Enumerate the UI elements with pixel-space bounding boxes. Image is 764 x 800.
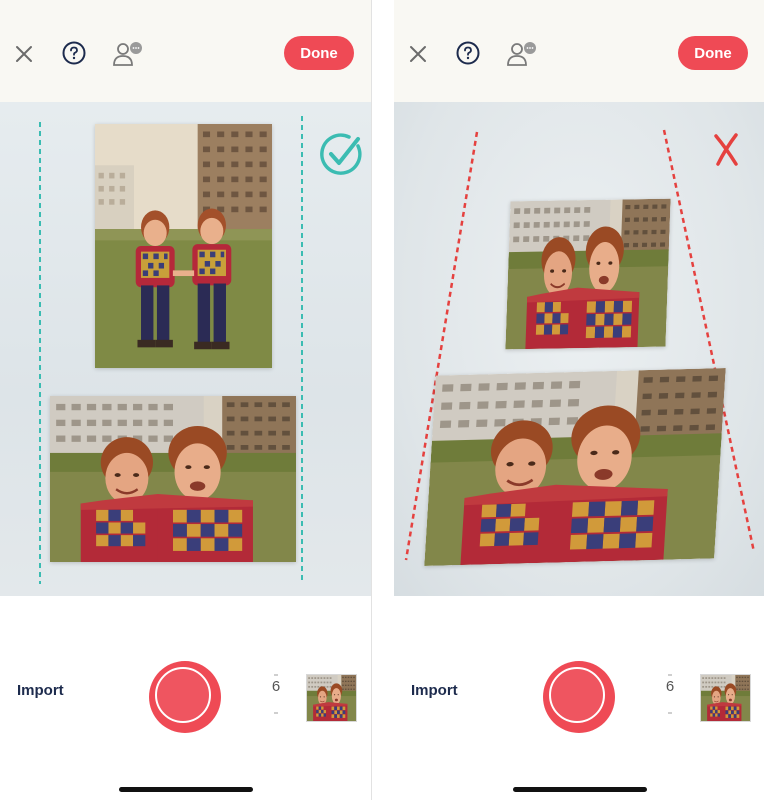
last-capture-thumbnail[interactable] [306,674,357,722]
divider-line [371,0,372,800]
close-icon[interactable] [14,44,34,64]
home-indicator [119,787,253,792]
screen-left: Done Import 6 [0,0,371,800]
x-mark-icon [714,133,738,166]
photo-counter: 6 [271,678,281,695]
screen-right: Done Import 6 [394,0,764,800]
home-indicator [513,787,647,792]
bottom-controls: Import 6 [394,596,764,800]
top-bar: Done [0,0,371,102]
people-chat-icon[interactable] [112,40,144,68]
top-bar: Done [394,0,764,102]
help-icon[interactable] [62,41,86,65]
check-circle-icon [320,133,362,175]
photo-print-portrait [95,124,272,368]
last-capture-thumbnail[interactable] [700,674,751,722]
photo-counter: 6 [665,678,675,695]
done-button[interactable]: Done [678,36,748,70]
bottom-controls: Import 6 [0,596,371,800]
camera-viewfinder [394,102,764,596]
people-chat-icon[interactable] [506,40,538,68]
camera-viewfinder [0,102,371,596]
shutter-button[interactable] [543,661,615,733]
shutter-button[interactable] [149,661,221,733]
screen-divider [371,0,394,800]
close-icon[interactable] [408,44,428,64]
done-button[interactable]: Done [284,36,354,70]
counter-tick [274,674,278,676]
photo-print-landscape [424,368,726,566]
import-button[interactable]: Import [411,682,458,699]
help-icon[interactable] [456,41,480,65]
photo-print-landscape [50,396,296,562]
import-button[interactable]: Import [17,682,64,699]
counter-tick [274,712,278,714]
counter-tick [668,674,672,676]
counter-tick [668,712,672,714]
photo-print-portrait [505,199,670,350]
